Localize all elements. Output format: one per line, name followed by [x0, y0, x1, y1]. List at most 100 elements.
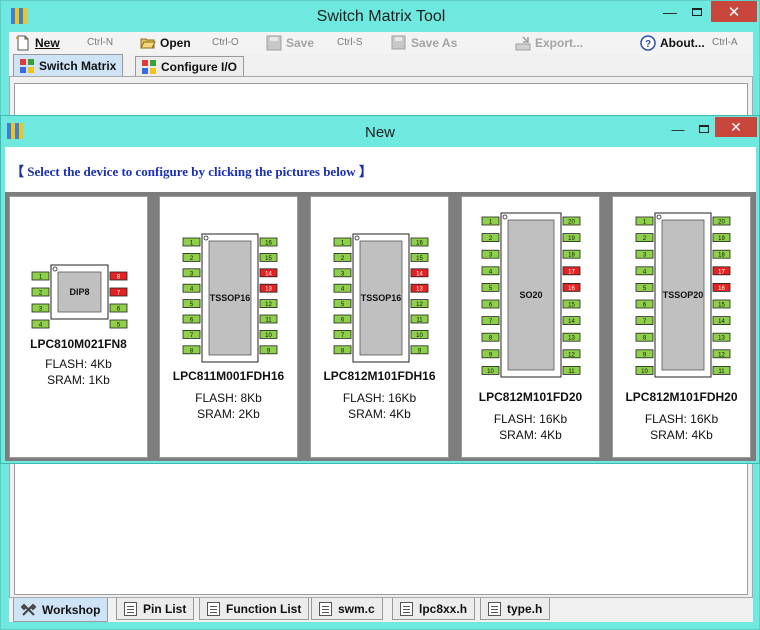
- package-label: TSSOP16: [210, 293, 251, 303]
- pin1-marker: [203, 235, 209, 241]
- document-icon: [124, 601, 137, 616]
- save-as-icon: [391, 35, 407, 51]
- document-icon: [319, 601, 332, 616]
- part-number: LPC812M101FDH20: [625, 390, 738, 404]
- tab-swm-c[interactable]: swm.c: [311, 598, 383, 620]
- pin-label: 14: [568, 319, 575, 325]
- toolbar: New Ctrl-N Open Ctrl-O Save Ctrl-S Save …: [9, 32, 753, 54]
- pin-label: 18: [568, 253, 575, 259]
- document-icon: [488, 601, 501, 616]
- device-card-lpc811m001fdh16[interactable]: 1 2 3 4 5 6 7 8 9 10 11 12 13 14 15 16 TSSOP16 LPC811M001…: [159, 196, 298, 458]
- tab-configure-io[interactable]: Configure I/O: [135, 56, 244, 77]
- tab-lpc8xx-h[interactable]: lpc8xx.h: [392, 598, 476, 620]
- pin-label: 11: [265, 318, 272, 324]
- device-card-lpc810m021fn8[interactable]: 1 2 3 4 5 6 7 8 DIP8 LPC810M021FN8 FLASH: 4Kb SRAM:…: [9, 196, 148, 458]
- open-shortcut: Ctrl-O: [212, 37, 239, 48]
- pin-label: 14: [265, 271, 272, 277]
- package-label: TSSOP20: [663, 290, 704, 300]
- pin-label: 10: [641, 369, 648, 375]
- document-icon: [400, 601, 413, 616]
- about-button[interactable]: ? About...: [640, 32, 705, 54]
- package-label: TSSOP16: [361, 293, 402, 303]
- sram-size: SRAM: 4Kb: [499, 428, 562, 442]
- export-label: Export...: [535, 36, 584, 50]
- dialog-close-button[interactable]: ✕: [715, 117, 757, 137]
- tab-workshop[interactable]: Workshop: [13, 598, 109, 622]
- tab-configure-io-label: Configure I/O: [161, 60, 237, 74]
- pin-label: 12: [416, 302, 423, 308]
- dialog-minimize-button[interactable]: —: [665, 119, 691, 139]
- pin-label: 17: [568, 269, 575, 275]
- package-label: DIP8: [69, 287, 89, 297]
- part-number: LPC810M021FN8: [30, 337, 127, 351]
- tools-icon: [20, 603, 37, 617]
- open-folder-icon: [140, 35, 156, 51]
- flash-size: FLASH: 16Kb: [493, 412, 568, 426]
- dialog-title: New: [364, 124, 395, 141]
- open-button[interactable]: Open: [140, 32, 191, 54]
- pin-label: 10: [416, 333, 423, 339]
- top-tabstrip: Switch Matrix Configure I/O: [9, 54, 753, 77]
- pin-label: 13: [416, 287, 423, 293]
- pin-label: 13: [265, 287, 272, 293]
- pin1-marker: [502, 214, 508, 220]
- tab-swm-c-label: swm.c: [338, 601, 375, 616]
- tab-switch-matrix-label: Switch Matrix: [39, 59, 117, 73]
- tab-function-list[interactable]: Function List: [199, 598, 310, 620]
- maximize-button[interactable]: [684, 1, 710, 22]
- pin-label: 15: [718, 303, 725, 309]
- pin-label: 20: [568, 220, 575, 226]
- sram-size: SRAM: 2Kb: [197, 407, 260, 421]
- part-number: LPC811M001FDH16: [172, 369, 285, 383]
- bottom-tabstrip: Workshop Pin List Function List swm.c lp…: [9, 598, 753, 622]
- part-number: LPC812M101FD20: [478, 390, 583, 404]
- device-card-lpc812m101fdh20[interactable]: 1 2 3 4 5 6 7 8 9 10 11 12 13 14 15 16 17 18 19 20 TSSOP20 LP…: [612, 196, 751, 458]
- open-label: Open: [160, 36, 191, 50]
- export-icon: [515, 35, 531, 51]
- flash-size: FLASH: 4Kb: [45, 357, 112, 371]
- switch-matrix-icon: [20, 59, 34, 73]
- save-as-button[interactable]: Save As: [391, 32, 457, 54]
- pin-label: 13: [718, 336, 725, 342]
- pin-label: 17: [718, 269, 725, 275]
- save-as-label: Save As: [411, 36, 458, 50]
- pin-label: 11: [416, 318, 423, 324]
- configure-io-icon: [142, 60, 156, 74]
- pin-label: 13: [568, 336, 575, 342]
- pin-label: 14: [718, 319, 725, 325]
- tab-pin-list[interactable]: Pin List: [116, 598, 195, 620]
- export-button[interactable]: Export...: [515, 32, 583, 54]
- pin-label: 16: [718, 286, 725, 292]
- sram-size: SRAM: 1Kb: [47, 373, 110, 387]
- title-bar: Switch Matrix Tool — ✕: [1, 1, 760, 32]
- svg-text:?: ?: [645, 39, 651, 50]
- save-disk-icon: [266, 35, 282, 51]
- minimize-button[interactable]: —: [657, 1, 683, 22]
- save-label: Save: [286, 36, 315, 50]
- pin-label: 10: [487, 369, 494, 375]
- close-button[interactable]: ✕: [711, 1, 757, 22]
- part-number: LPC812M101FDH16: [323, 369, 436, 383]
- tab-type-h[interactable]: type.h: [480, 598, 551, 620]
- pin-label: 12: [265, 302, 272, 308]
- sram-size: SRAM: 4Kb: [650, 428, 713, 442]
- dialog-maximize-button[interactable]: [691, 119, 717, 139]
- pin-label: 12: [718, 352, 725, 358]
- flash-size: FLASH: 16Kb: [644, 412, 719, 426]
- chip-diagram: 1234 5678DIP8: [31, 264, 128, 329]
- device-gallery: 1 2 3 4 5 6 7 8 DIP8 LPC810M021FN8 FLASH: 4Kb SRAM:…: [5, 192, 756, 461]
- pin-label: 18: [718, 253, 725, 259]
- save-shortcut: Ctrl-S: [337, 37, 363, 48]
- device-card-lpc812m101fd20[interactable]: 1 2 3 4 5 6 7 8 9 10 11 12 13 14 15 16 17 18 19 20 SO20 LPC81…: [461, 196, 600, 458]
- pin1-marker: [354, 235, 360, 241]
- device-card-lpc812m101fdh16[interactable]: 1 2 3 4 5 6 7 8 9 10 11 12 13 14 15 16 TSSOP16 LPC812M101…: [310, 196, 449, 458]
- pin-label: 19: [718, 236, 725, 242]
- about-label: About...: [660, 36, 705, 50]
- new-file-icon: [15, 35, 31, 51]
- pin-label: 19: [568, 236, 575, 242]
- new-button[interactable]: New: [15, 32, 60, 54]
- new-shortcut: Ctrl-N: [87, 37, 114, 48]
- tab-lpc8xx-h-label: lpc8xx.h: [419, 601, 468, 616]
- tab-switch-matrix[interactable]: Switch Matrix: [13, 54, 124, 77]
- save-button[interactable]: Save: [266, 32, 314, 54]
